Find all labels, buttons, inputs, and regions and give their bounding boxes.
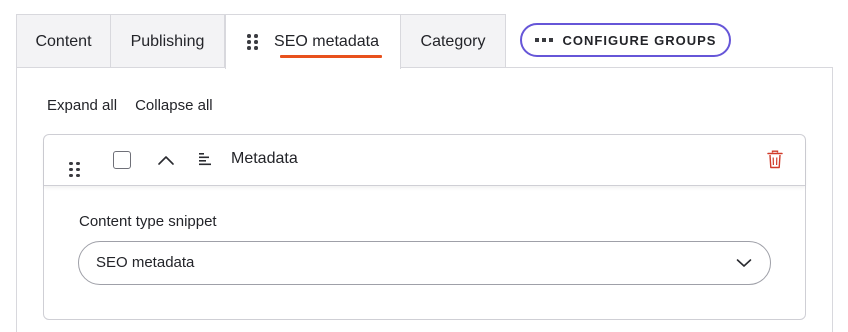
- configure-groups-label: CONFIGURE GROUPS: [562, 32, 717, 48]
- group-drag-handle[interactable]: [69, 152, 80, 178]
- content-type-snippet-select[interactable]: SEO metadata: [78, 241, 771, 285]
- tab-content[interactable]: Content: [16, 14, 111, 68]
- tab-category-label: Category: [420, 32, 486, 50]
- tab-publishing-label: Publishing: [130, 32, 205, 50]
- content-type-snippet-label: Content type snippet: [79, 213, 217, 230]
- expand-collapse-controls: Expand all Collapse all: [47, 97, 213, 114]
- dots-horizontal-icon: [534, 38, 553, 42]
- chevron-down-icon: [736, 259, 752, 267]
- expand-all-link[interactable]: Expand all: [47, 97, 117, 114]
- select-value: SEO metadata: [96, 254, 195, 271]
- tab-category[interactable]: Category: [400, 14, 506, 68]
- tab-publishing[interactable]: Publishing: [110, 14, 225, 68]
- active-tab-indicator: [280, 55, 382, 58]
- drag-handle-icon: [69, 161, 80, 178]
- group-select-checkbox[interactable]: [113, 151, 131, 169]
- drag-handle-icon[interactable]: [247, 34, 258, 50]
- tab-content-label: Content: [35, 32, 92, 50]
- trash-icon[interactable]: [767, 150, 783, 169]
- tab-seo-metadata[interactable]: SEO metadata: [225, 14, 401, 69]
- collapse-all-link[interactable]: Collapse all: [135, 97, 213, 114]
- configure-groups-button[interactable]: CONFIGURE GROUPS: [520, 23, 731, 57]
- tab-seo-metadata-label: SEO metadata: [274, 33, 379, 50]
- group-header: Metadata: [44, 135, 805, 186]
- text-align-left-icon: [199, 153, 211, 166]
- chevron-up-icon[interactable]: [157, 154, 175, 166]
- group-title: Metadata: [231, 150, 298, 167]
- tab-seo-metadata-inner: SEO metadata: [247, 33, 379, 51]
